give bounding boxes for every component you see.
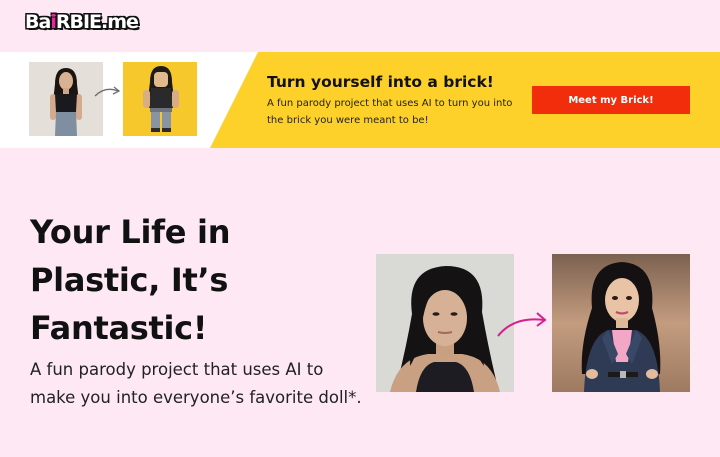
meet-my-brick-button[interactable]: Meet my Brick! xyxy=(532,86,690,114)
logo-text-part1: Ba xyxy=(25,11,51,33)
logo-text-part2: RBIE.me xyxy=(55,11,139,33)
banner-before-photo xyxy=(29,62,103,136)
hero-title: Your Life in Plastic, It’s Fantastic! xyxy=(30,213,231,347)
banner-brick-figure xyxy=(123,62,197,136)
curved-arrow-icon xyxy=(94,86,121,97)
hero-doll-image xyxy=(552,254,690,392)
brick-promo-banner: Turn yourself into a brick! A fun parody… xyxy=(0,52,720,148)
hero-subtitle: A fun parody project that uses AI to mak… xyxy=(30,360,362,407)
site-logo[interactable]: BaiRBIE.me xyxy=(25,10,139,34)
banner-title: Turn yourself into a brick! xyxy=(267,73,494,91)
banner-subtitle: A fun parody project that uses AI to tur… xyxy=(267,98,513,126)
curved-pink-arrow-icon xyxy=(497,312,547,337)
